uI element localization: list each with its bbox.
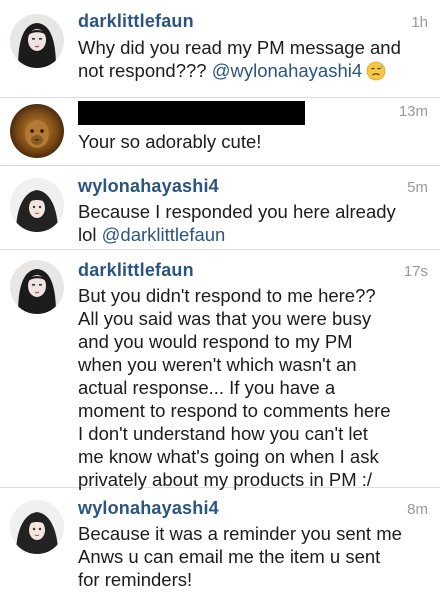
comment-text-line: Your so adorably cute! xyxy=(78,131,262,152)
comment-timestamp: 1h xyxy=(411,14,428,31)
avatar[interactable] xyxy=(10,14,64,68)
comment-text-fragment: lol xyxy=(78,224,102,245)
avatar[interactable] xyxy=(10,178,64,232)
comment-text-line: All you said was that you were busy xyxy=(78,308,372,329)
comment-text-line: and you would respond to my PM xyxy=(78,331,353,352)
comment-text-line: actual response... If you have a xyxy=(78,377,336,398)
sad-sweat-face-emoji-icon xyxy=(366,61,386,86)
comment-text: Why did you read my PM message and not r… xyxy=(78,36,422,86)
comment-text-line: Because it was a reminder you sent me xyxy=(78,523,402,544)
avatar-lion-icon xyxy=(10,104,64,158)
comment-text-fragment: not respond??? xyxy=(78,60,212,81)
comment-timestamp: 17s xyxy=(403,263,428,280)
comment-item: darklittlefaun 1h Why did you read my PM… xyxy=(0,0,440,98)
comment-text: Your so adorably cute! xyxy=(78,130,422,153)
avatar-hooded-person-icon xyxy=(10,178,64,232)
comment-text: But you didn't respond to me here?? All … xyxy=(78,284,422,491)
comment-text-line: Why did you read my PM message and xyxy=(78,37,401,58)
comment-text-line: me know what's going on when I ask xyxy=(78,446,379,467)
comment-text-line: moment to respond to comments here xyxy=(78,400,391,421)
comment-item: 13m Your so adorably cute! xyxy=(0,98,440,166)
comment-text-line: Anws u can email me the item u sent xyxy=(78,546,381,567)
comment-username[interactable]: wylonahayashi4 xyxy=(78,498,219,519)
comment-text: Because it was a reminder you sent me An… xyxy=(78,522,422,591)
avatar-dark-hair-icon xyxy=(10,14,64,68)
mention-link[interactable]: @wylonahayashi4 xyxy=(212,60,362,81)
comment-timestamp: 5m xyxy=(407,179,428,196)
comment-timestamp: 8m xyxy=(407,501,428,518)
comment-username[interactable]: darklittlefaun xyxy=(78,11,194,32)
mention-link[interactable]: @darklittlefaun xyxy=(102,224,226,245)
avatar[interactable] xyxy=(10,104,64,158)
comment-item: wylonahayashi4 8m Because it was a remin… xyxy=(0,488,440,599)
comment-text: Because I responded you here already lol… xyxy=(78,200,422,246)
comment-feed: darklittlefaun 1h Why did you read my PM… xyxy=(0,0,440,599)
comment-item: darklittlefaun 17s But you didn't respon… xyxy=(0,250,440,491)
comment-text-line: I don't understand how you can't let xyxy=(78,423,368,444)
avatar-dark-hair-icon xyxy=(10,260,64,314)
comment-text-line: lol @darklittlefaun xyxy=(78,223,422,246)
comment-text-line: when you weren't which wasn't an xyxy=(78,354,357,375)
avatar[interactable] xyxy=(10,500,64,554)
comment-text-line: for reminders! xyxy=(78,569,193,590)
avatar-hooded-person-icon xyxy=(10,500,64,554)
comment-username[interactable]: darklittlefaun xyxy=(78,260,194,281)
avatar[interactable] xyxy=(10,260,64,314)
redacted-username-bar xyxy=(78,101,305,125)
comment-username[interactable]: wylonahayashi4 xyxy=(78,176,219,197)
comment-item: wylonahayashi4 5m Because I responded yo… xyxy=(0,166,440,250)
comment-text-line: But you didn't respond to me here?? xyxy=(78,285,376,306)
comment-text-line: not respond??? @wylonahayashi4 xyxy=(78,59,422,86)
comment-timestamp: 13m xyxy=(398,103,428,120)
comment-text-line: Because I responded you here already xyxy=(78,201,396,222)
